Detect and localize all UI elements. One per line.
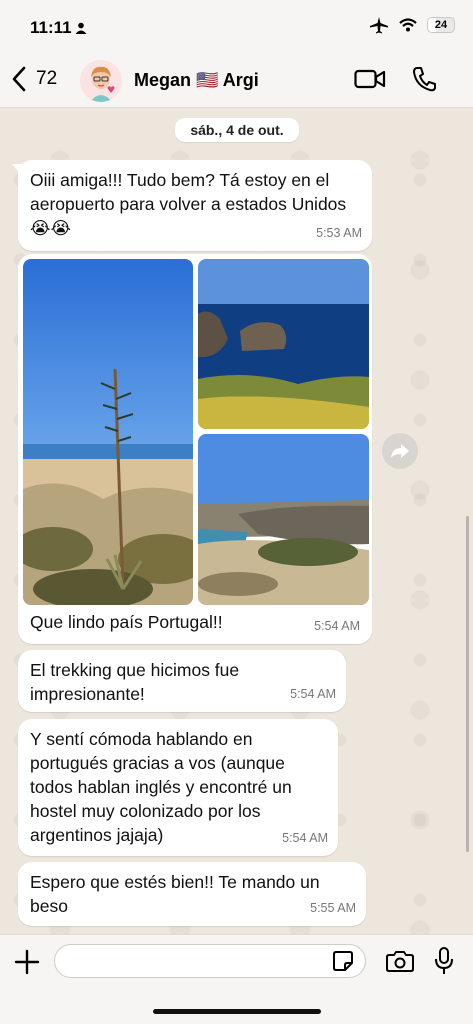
message-bubble[interactable]: Oiii amiga!!! Tudo bem? Tá estoy en el a… bbox=[12, 160, 372, 251]
person-icon bbox=[75, 22, 87, 34]
status-bar: 11:11 24 bbox=[0, 0, 473, 56]
sticker-button[interactable] bbox=[332, 950, 354, 977]
date-separator: sáb., 4 de out. bbox=[175, 118, 299, 142]
photo-caption: Que lindo país Portugal!! bbox=[30, 612, 223, 632]
chevron-left-icon bbox=[12, 66, 26, 92]
message-time: 5:55 AM bbox=[310, 901, 356, 915]
battery-level: 24 bbox=[434, 19, 448, 31]
plus-icon bbox=[14, 949, 40, 975]
sticker-icon bbox=[333, 951, 353, 971]
coastal-cliffs-photo[interactable] bbox=[198, 434, 369, 605]
video-camera-icon bbox=[354, 69, 386, 89]
agave-on-beach-photo[interactable] bbox=[23, 259, 193, 605]
forward-button[interactable] bbox=[382, 433, 418, 469]
contact-name[interactable]: Megan 🇺🇸 Argi bbox=[134, 70, 259, 91]
photo-message-bubble[interactable]: Que lindo país Portugal!! 5:54 AM bbox=[18, 254, 372, 644]
chat-header: 72 Megan 🇺🇸 Argi bbox=[0, 56, 473, 108]
scrollbar[interactable] bbox=[466, 516, 469, 852]
home-indicator[interactable] bbox=[153, 1009, 321, 1014]
message-bubble[interactable]: Y sentí cómoda hablando en portugués gra… bbox=[18, 719, 338, 856]
wifi-icon bbox=[399, 18, 417, 32]
voice-call-button[interactable] bbox=[412, 66, 436, 97]
microphone-button[interactable] bbox=[434, 946, 454, 981]
back-button[interactable]: 72 bbox=[12, 66, 57, 92]
video-call-button[interactable] bbox=[354, 68, 386, 95]
microphone-icon bbox=[435, 947, 453, 974]
photo-grid bbox=[23, 259, 369, 605]
unread-count: 72 bbox=[36, 68, 58, 89]
message-input[interactable] bbox=[54, 944, 366, 978]
message-time: 5:53 AM bbox=[316, 226, 362, 240]
phone-icon bbox=[413, 67, 436, 92]
message-bubble[interactable]: Espero que estés bien!! Te mando un beso… bbox=[18, 862, 366, 926]
attach-button[interactable] bbox=[14, 949, 40, 980]
avatar[interactable] bbox=[80, 60, 122, 102]
camera-icon bbox=[386, 951, 414, 972]
message-bubble[interactable]: El trekking que hicimos fue impresionant… bbox=[18, 650, 346, 712]
status-time: 11:11 bbox=[30, 18, 72, 37]
message-time: 5:54 AM bbox=[290, 687, 336, 701]
forward-icon bbox=[391, 444, 409, 458]
battery-icon: 24 bbox=[427, 17, 455, 33]
camera-button[interactable] bbox=[386, 949, 414, 978]
rocks-in-sea-photo[interactable] bbox=[198, 259, 369, 429]
message-composer bbox=[0, 934, 473, 1024]
message-time: 5:54 AM bbox=[314, 619, 360, 633]
message-time: 5:54 AM bbox=[282, 831, 328, 845]
airplane-icon bbox=[370, 17, 388, 34]
